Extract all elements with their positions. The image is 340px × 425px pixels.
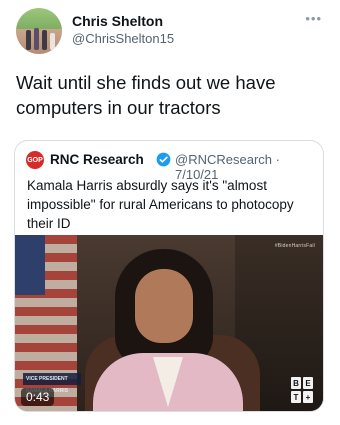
video-watermark: #BidenHarrisFail [274,243,315,249]
author-handle[interactable]: @ChrisShelton15 [72,31,174,46]
tweet-text: Wait until she finds out we have compute… [16,72,276,118]
author-name[interactable]: Chris Shelton [72,13,163,29]
network-logo-letter: B [291,377,301,389]
quoted-tweet[interactable]: GOP RNC Research @RNCResearch · 7/10/21 … [14,140,324,412]
quoted-author-avatar[interactable]: GOP [26,151,44,169]
avatar-figure [26,30,31,50]
network-logo-letter: T [291,391,301,403]
verified-badge-icon [156,152,171,167]
flag-canton [15,235,45,295]
network-logo-letter: + [303,391,313,403]
quoted-author-name[interactable]: RNC Research [50,152,144,167]
more-options-icon[interactable]: ••• [305,12,322,25]
video-duration-badge: 0:43 [21,388,55,406]
author-avatar[interactable] [16,8,62,54]
avatar-figure [50,33,55,50]
avatar-figure [34,28,39,50]
video-lower-third: VICE PRESIDENT KAMALA HARRIS [23,373,81,394]
video-media[interactable]: #BidenHarrisFail VICE PRESIDENT KAMALA H… [15,235,323,411]
quoted-tweet-text: Kamala Harris absurdly says it's "almost… [27,178,294,231]
network-logo-letter: E [303,377,313,389]
tweet: Chris Shelton @ChrisShelton15 ••• Wait u… [0,0,340,425]
avatar-figure [42,30,47,50]
speaker-face [135,269,193,343]
network-logo: B E T + [291,377,313,403]
